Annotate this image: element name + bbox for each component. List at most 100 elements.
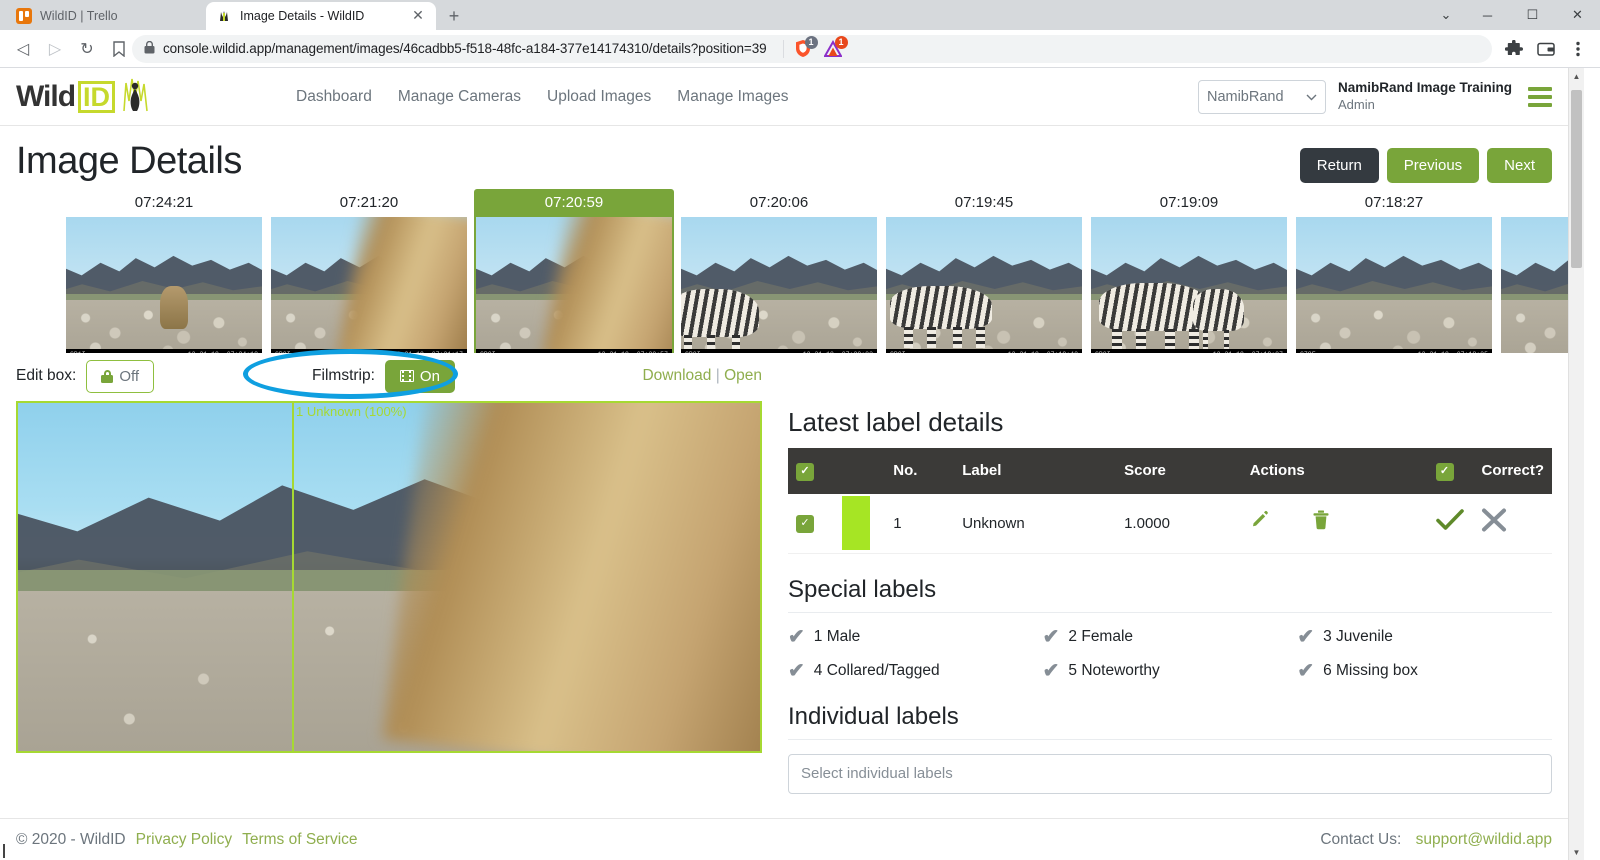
back-icon[interactable]: ◁: [8, 34, 38, 64]
previous-button[interactable]: Previous: [1386, 148, 1480, 183]
row-select-cell[interactable]: ✓: [788, 493, 834, 554]
privacy-policy-link[interactable]: Privacy Policy: [136, 831, 232, 849]
scrollbar-track[interactable]: [1569, 84, 1584, 844]
new-tab-button[interactable]: +: [440, 2, 468, 30]
special-label-item[interactable]: ✔ 3 Juvenile: [1297, 627, 1552, 647]
filmstrip-thumbnail[interactable]: CB0I 12-31-19 07:20:57: [474, 215, 674, 353]
puzzle-icon[interactable]: [1500, 35, 1528, 63]
filmstrip-thumbnail[interactable]: CB1I 12-31-19 07:24:18: [66, 217, 262, 353]
address-bar[interactable]: console.wildid.app/management/images/46c…: [132, 34, 1492, 63]
forward-icon[interactable]: ▷: [40, 34, 70, 64]
pencil-icon[interactable]: [1250, 510, 1270, 536]
close-window-button[interactable]: ✕: [1555, 0, 1600, 30]
scroll-down-arrow-icon[interactable]: ▼: [1569, 844, 1584, 860]
site-header: Wild ID Dashboard Manage Cameras Upload …: [0, 68, 1568, 126]
filmstrip-item[interactable]: 07:18:27 C78F 12-31-19 07:18:25: [1294, 189, 1494, 353]
lock-icon: [144, 40, 155, 57]
reload-icon[interactable]: ↻: [72, 34, 102, 64]
omnibox-wrapper: console.wildid.app/management/images/46c…: [106, 34, 1492, 63]
check-icon[interactable]: [1435, 508, 1464, 538]
browser-menu-icon[interactable]: [1564, 35, 1592, 63]
filmstrip-item[interactable]: 07:19:45 CB0I 12-31-19 07:19:42: [884, 189, 1084, 353]
row-checkbox[interactable]: ✓: [796, 514, 814, 533]
special-label-item[interactable]: ✔ 1 Male: [788, 627, 1043, 647]
open-link[interactable]: Open: [724, 367, 762, 384]
filmstrip-state: On: [419, 367, 440, 385]
filmstrip-time: 07:20:59: [474, 189, 674, 217]
individual-labels-input[interactable]: Select individual labels: [788, 753, 1552, 794]
header-correct-checkbox[interactable]: ✓: [1427, 448, 1474, 494]
header-select-all[interactable]: ✓: [788, 448, 834, 494]
filmstrip-item[interactable]: 07:21:20 CB0I 12-31-19 07:21:17: [269, 189, 469, 353]
label-color-swatch: [841, 496, 870, 550]
filmstrip-time: 07:19:45: [954, 194, 1014, 211]
brave-shields-icon[interactable]: 1: [792, 35, 818, 60]
bounding-box-label: 1 Unknown (100%): [296, 404, 407, 419]
header-right: NamibRand NamibRand Image Training Admin: [1197, 79, 1552, 114]
scroll-up-arrow-icon[interactable]: ▲: [1569, 68, 1584, 84]
latest-label-details-title: Latest label details: [788, 407, 1004, 437]
filmstrip-item-partial[interactable]: [1499, 189, 1568, 353]
image-links: Download | Open: [642, 367, 762, 385]
maximize-button[interactable]: ☐: [1510, 0, 1555, 30]
special-label-item[interactable]: ✔ 2 Female: [1043, 627, 1298, 647]
page-scrollbar[interactable]: ▲ ▼: [1568, 68, 1584, 860]
filmstrip[interactable]: 07:24:21 CB1I 12-31-19 07:24:18 07:21:20: [0, 183, 1568, 353]
special-label-item[interactable]: ✔ 5 Noteworthy: [1043, 661, 1298, 681]
trash-icon[interactable]: [1312, 510, 1330, 536]
return-button[interactable]: Return: [1299, 148, 1379, 183]
nav-manage-images[interactable]: Manage Images: [677, 88, 788, 106]
main-image[interactable]: 1 Unknown (100%): [16, 401, 762, 753]
bounding-box: [292, 403, 294, 751]
browser-tab-image-details[interactable]: Image Details - WildID ✕: [206, 2, 436, 30]
editbox-toggle[interactable]: Off: [86, 359, 155, 393]
nav-manage-cameras[interactable]: Manage Cameras: [398, 88, 521, 106]
row-reject-cell[interactable]: [1473, 493, 1552, 554]
browser-tab-trello[interactable]: WildID | Trello: [6, 2, 206, 30]
organization-select[interactable]: NamibRand: [1197, 79, 1326, 114]
main-navigation: Dashboard Manage Cameras Upload Images M…: [296, 88, 788, 106]
row-accept-cell[interactable]: [1427, 493, 1474, 554]
wildid-logo[interactable]: Wild ID: [16, 75, 296, 118]
wildid-page: Wild ID Dashboard Manage Cameras Upload …: [0, 68, 1568, 860]
user-name: NamibRand Image Training: [1337, 79, 1512, 95]
table-header-row: ✓ No. Label Score Actions ✓ Correct?: [788, 448, 1552, 494]
filmstrip-item[interactable]: 07:20:06 CB0I 12-31-19 07:20:03: [679, 189, 879, 353]
filmstrip-toggle[interactable]: On: [384, 359, 455, 393]
close-tab-icon[interactable]: ✕: [410, 8, 426, 24]
bookmark-icon[interactable]: [106, 40, 132, 57]
filmstrip-item-selected[interactable]: 07:20:59 CB0I 12-31-19 07:20:57: [474, 189, 674, 353]
special-label-item[interactable]: ✔ 6 Missing box: [1297, 661, 1552, 681]
hamburger-menu-icon[interactable]: [1524, 86, 1552, 107]
tab-search-chevron-icon[interactable]: ⌄: [1427, 0, 1465, 30]
wallet-icon[interactable]: [1532, 35, 1560, 63]
filmstrip-thumbnail[interactable]: C78F 12-31-19 07:18:25: [1296, 217, 1492, 353]
special-label-item[interactable]: ✔ 4 Collared/Tagged: [788, 661, 1043, 681]
filmstrip-thumbnail[interactable]: CB0I 12-31-19 07:20:03: [681, 217, 877, 353]
contact-label: Contact Us:: [1320, 830, 1402, 848]
select-all-checkbox[interactable]: ✓: [796, 462, 814, 481]
logo-animal-icon: [119, 75, 153, 118]
filmstrip-label: Filmstrip:: [312, 367, 375, 384]
correct-all-checkbox[interactable]: ✓: [1435, 462, 1454, 481]
nav-dashboard[interactable]: Dashboard: [296, 88, 372, 106]
user-info: NamibRand Image Training Admin: [1338, 80, 1512, 113]
filmstrip-item[interactable]: 07:24:21 CB1I 12-31-19 07:24:18: [64, 189, 264, 353]
filmstrip-thumbnail[interactable]: CB0I 12-31-19 07:21:17: [271, 217, 467, 353]
individual-labels-placeholder: Select individual labels: [801, 765, 953, 782]
filmstrip-item[interactable]: 07:19:09 CB0I 12-31-19 07:19:07: [1089, 189, 1289, 353]
scrollbar-thumb[interactable]: [1571, 90, 1582, 268]
filmstrip-thumbnail[interactable]: CB0I 12-31-19 07:19:07: [1091, 217, 1287, 353]
filmstrip-thumbnail[interactable]: [1501, 217, 1568, 353]
next-button[interactable]: Next: [1487, 148, 1552, 183]
logo-badge: ID: [78, 80, 116, 113]
terms-of-service-link[interactable]: Terms of Service: [242, 831, 357, 849]
nav-upload-images[interactable]: Upload Images: [547, 88, 651, 106]
filmstrip-thumbnail[interactable]: CB0I 12-31-19 07:19:42: [886, 217, 1082, 353]
cross-icon[interactable]: [1481, 508, 1507, 538]
download-link[interactable]: Download: [642, 367, 711, 384]
minimize-button[interactable]: ─: [1465, 0, 1510, 30]
triangle-extension-icon[interactable]: 1: [822, 35, 848, 60]
support-email-link[interactable]: support@wildid.app: [1416, 831, 1552, 848]
omnibox-divider: [782, 39, 784, 58]
